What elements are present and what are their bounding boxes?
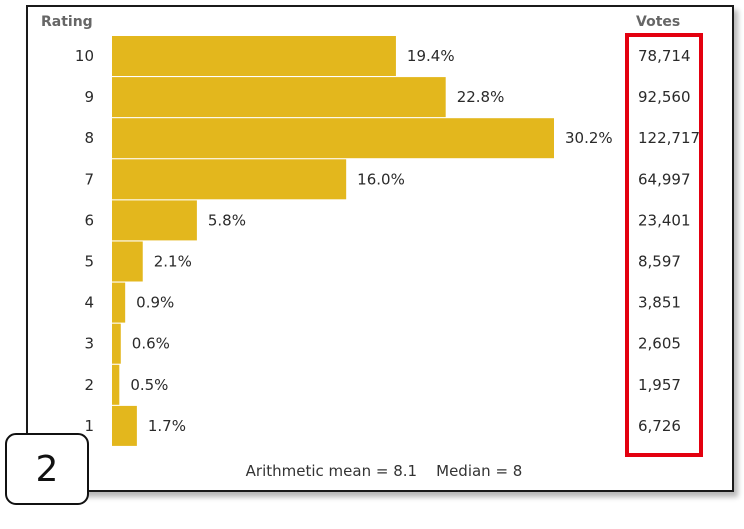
bar-rating-2 <box>112 364 120 405</box>
percent-label-2: 0.5% <box>130 376 168 394</box>
percent-label-3: 0.6% <box>132 335 170 353</box>
rating-label-9: 9 <box>84 88 94 106</box>
rating-label-5: 5 <box>84 253 94 271</box>
percent-label-6: 5.8% <box>208 211 246 229</box>
rating-label-6: 6 <box>84 211 94 229</box>
bar-rating-3 <box>112 323 121 364</box>
chart-summary: Arithmetic mean = 8.1 Median = 8 <box>28 462 736 480</box>
rating-label-7: 7 <box>84 170 94 188</box>
rating-label-8: 8 <box>84 129 94 147</box>
rating-distribution-panel: Rating Votes 10 19.4% 78,714 9 22.8% 92,560 8 3… <box>26 5 734 492</box>
bar-rating-8 <box>112 118 554 159</box>
bar-rating-1 <box>112 405 137 446</box>
bar-rating-7 <box>112 159 347 200</box>
median-label: Median = 8 <box>436 462 523 480</box>
rating-label-3: 3 <box>84 335 94 353</box>
votes-highlight-box <box>625 33 703 457</box>
bar-rating-4 <box>112 282 126 323</box>
bar-rating-9 <box>112 77 446 118</box>
step-number-badge: 2 <box>5 433 89 505</box>
rating-label-10: 10 <box>75 47 94 65</box>
percent-label-7: 16.0% <box>357 170 405 188</box>
bar-rating-10 <box>112 36 396 76</box>
percent-label-9: 22.8% <box>457 88 505 106</box>
bar-rating-5 <box>112 241 143 282</box>
percent-label-4: 0.9% <box>136 294 174 312</box>
bar-rating-6 <box>112 200 197 241</box>
percent-label-8: 30.2% <box>565 129 613 147</box>
percent-label-1: 1.7% <box>148 417 186 435</box>
rating-label-1: 1 <box>84 417 94 435</box>
percent-label-10: 19.4% <box>407 47 455 65</box>
rating-label-2: 2 <box>84 376 94 394</box>
percent-label-5: 2.1% <box>154 253 192 271</box>
arithmetic-mean-label: Arithmetic mean = 8.1 <box>245 462 418 480</box>
rating-label-4: 4 <box>84 294 94 312</box>
